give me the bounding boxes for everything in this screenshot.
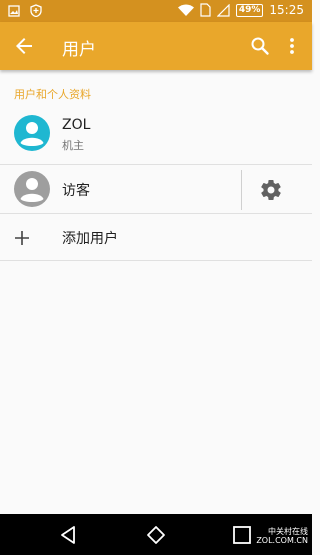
page-title: 用户 bbox=[62, 40, 96, 60]
guest-avatar-icon bbox=[14, 171, 50, 207]
owner-avatar-icon bbox=[14, 115, 50, 151]
wifi-icon bbox=[177, 4, 194, 16]
watermark-line2: ZOL.COM.CN bbox=[256, 536, 308, 545]
add-user-label: 添加用户 bbox=[62, 231, 118, 247]
vertical-separator bbox=[241, 170, 242, 210]
watermark: 中关村在线 ZOL.COM.CN bbox=[256, 527, 308, 545]
signal-icon bbox=[216, 3, 230, 17]
gear-icon[interactable] bbox=[259, 178, 283, 202]
search-icon[interactable] bbox=[248, 34, 272, 58]
add-user-row[interactable]: 添加用户 bbox=[0, 214, 312, 260]
nav-recent-apps-icon[interactable] bbox=[232, 525, 252, 545]
user-name: ZOL bbox=[62, 117, 91, 133]
image-notification-icon bbox=[8, 4, 20, 17]
watermark-line1: 中关村在线 bbox=[268, 527, 308, 536]
add-icon bbox=[15, 231, 29, 245]
user-row-owner[interactable]: ZOL 机主 bbox=[0, 108, 312, 164]
section-header: 用户和个人资料 bbox=[14, 88, 91, 101]
user-role: 机主 bbox=[62, 139, 84, 152]
nav-home-icon[interactable] bbox=[145, 524, 167, 546]
navigation-bar: 中关村在线 ZOL.COM.CN bbox=[0, 514, 312, 555]
sim-card-icon bbox=[200, 3, 211, 17]
app-bar: 用户 bbox=[0, 22, 312, 70]
divider bbox=[0, 260, 312, 261]
nav-back-icon[interactable] bbox=[58, 524, 80, 546]
more-options-icon[interactable] bbox=[280, 34, 304, 58]
battery-indicator: 49% bbox=[235, 3, 264, 17]
shield-notification-icon bbox=[30, 4, 42, 17]
back-arrow-icon[interactable] bbox=[12, 34, 36, 58]
clock: 15:25 bbox=[269, 3, 304, 17]
status-bar: 49% 15:25 bbox=[0, 0, 312, 22]
guest-name: 访客 bbox=[62, 183, 90, 199]
